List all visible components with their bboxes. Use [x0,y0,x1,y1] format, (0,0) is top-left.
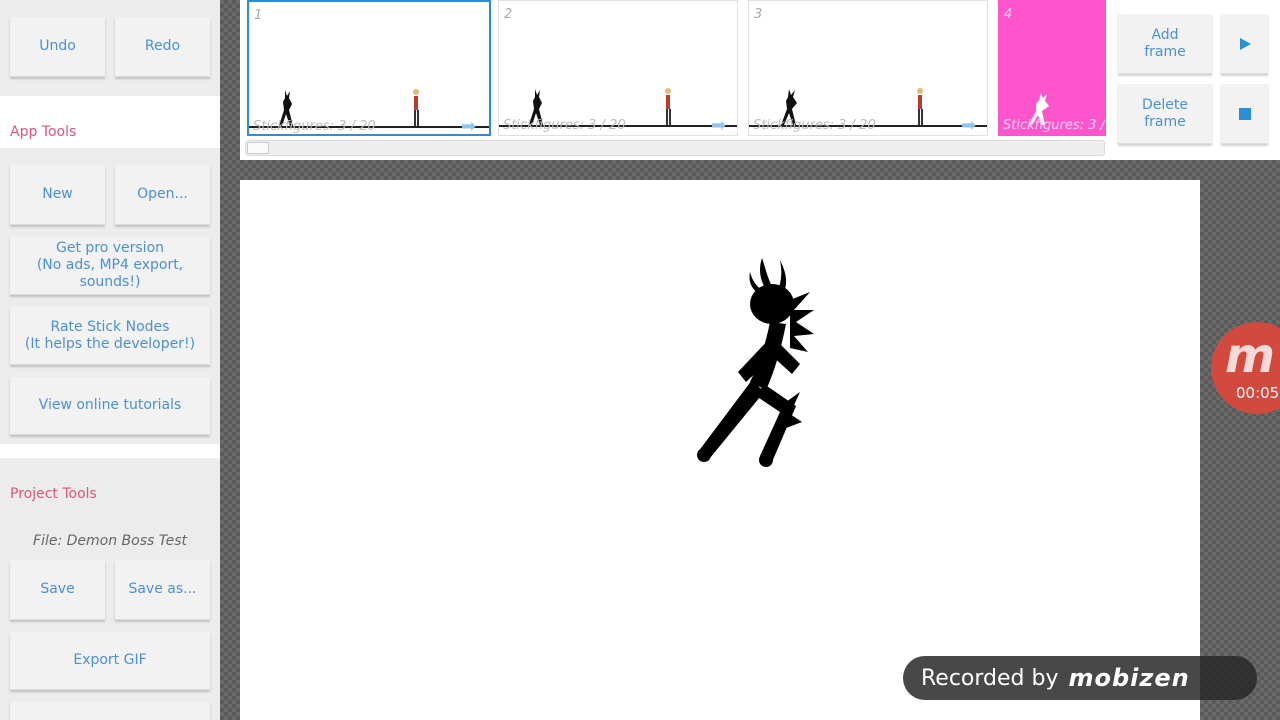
file-name-label: File: Demon Boss Test [33,533,187,549]
save-button[interactable]: Save [10,560,105,620]
delete-frame-button[interactable]: Delete frame [1118,84,1212,144]
frame-number: 2 [504,7,513,22]
app-tools-panel: New Open... Get pro version (No ads, MP4… [0,148,220,444]
arrow-right-icon: ➡ [461,116,477,136]
stop-icon [1238,107,1251,120]
animation-canvas[interactable] [240,180,1200,720]
play-icon [1239,37,1251,50]
demon-stickfigure[interactable] [690,252,820,467]
export-gif-button[interactable]: Export GIF [10,632,210,690]
stop-button[interactable] [1221,84,1268,144]
open-button[interactable]: Open... [115,165,210,225]
frame-info: Stickfigures: 3 / 20 [253,119,376,134]
stick-figure-mini [665,88,671,125]
undo-button[interactable]: Undo [10,17,105,77]
frame-thumbnail-1[interactable]: 1 Stickfigures: 3 / 20 ➡ [247,0,491,136]
frame-thumbnail-4[interactable]: 4 Stickfigures: 3 / [998,0,1106,136]
recorded-by-label: Recorded by [921,665,1059,691]
arrow-right-icon: ➡ [961,115,977,136]
rate-button[interactable]: Rate Stick Nodes (It helps the developer… [10,307,210,365]
recording-timer: 00:05 [1236,384,1280,402]
mobizen-brand: mobizen [1068,664,1190,692]
frame-info: Stickfigures: 3 / [1003,118,1105,133]
recorded-by-watermark: Recorded by mobizen [903,656,1257,700]
frame-number: 1 [254,8,263,23]
new-button[interactable]: New [10,165,105,225]
play-button[interactable] [1221,14,1268,74]
frame-info: Stickfigures: 3 / 20 [753,118,876,133]
timeline-scroll-thumb[interactable] [247,142,269,154]
project-tools-panel: Project Tools File: Demon Boss Test Save… [0,458,220,720]
more-button[interactable] [10,702,210,720]
save-as-button[interactable]: Save as... [115,560,210,620]
get-pro-button[interactable]: Get pro version (No ads, MP4 export, sou… [10,237,210,295]
frame-timeline: 1 Stickfigures: 3 / 20 ➡ 2 Stickfigures:… [240,0,1280,160]
stick-figure-mini [917,88,923,125]
stick-figure-mini [413,89,419,126]
history-panel: Undo Redo [0,0,220,96]
add-frame-button[interactable]: Add frame [1118,14,1212,74]
timeline-scrollbar[interactable] [245,140,1105,156]
frame-thumbnail-3[interactable]: 3 Stickfigures: 3 / 20 ➡ [748,0,988,136]
frame-number: 4 [1004,7,1013,22]
project-tools-title: Project Tools [10,486,97,502]
sidebar: Undo Redo App Tools New Open... Get pro … [0,0,220,720]
tutorials-button[interactable]: View online tutorials [10,377,210,435]
arrow-right-icon: ➡ [711,115,727,136]
mobizen-logo-icon: m [1225,328,1276,384]
redo-button[interactable]: Redo [115,17,210,77]
frame-thumbnail-2[interactable]: 2 Stickfigures: 3 / 20 ➡ [498,0,738,136]
frame-info: Stickfigures: 3 / 20 [503,118,626,133]
mobizen-recorder-bubble[interactable]: m 00:05 [1211,322,1280,414]
app-tools-title: App Tools [10,124,77,140]
frame-number: 3 [754,7,763,22]
